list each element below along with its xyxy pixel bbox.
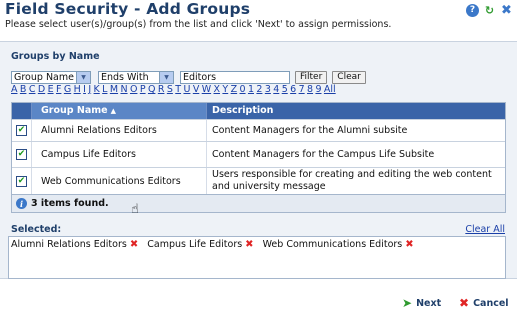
alphabet-link[interactable]: M (110, 84, 118, 95)
alphabet-link[interactable]: 8 (307, 84, 313, 95)
alphabet-link[interactable]: Q (148, 84, 155, 95)
column-header-group-name[interactable]: Group Name ▲ (32, 103, 207, 119)
next-label: Next (416, 297, 442, 309)
remove-icon[interactable]: ✖ (130, 239, 138, 250)
field-select-value: Group Name (14, 71, 74, 83)
alphabet-link[interactable]: C (29, 84, 36, 95)
selected-label: Selected: (11, 224, 62, 235)
cancel-button[interactable]: ✖ Cancel (459, 296, 509, 310)
info-icon: i (16, 198, 27, 209)
table-status: i 3 items found. (12, 194, 505, 212)
alphabet-link[interactable]: T (175, 84, 181, 95)
alphabet-filter: A B C D E F G H I J K L M N O P Q R S T U V W X Y Z 0 1 2 3 4 5 6 7 8 9 All (11, 84, 338, 95)
remove-icon[interactable]: ✖ (405, 239, 413, 250)
row-checkbox[interactable]: ✔ (16, 175, 27, 187)
cancel-x-icon: ✖ (459, 296, 470, 310)
close-icon[interactable]: ✖ (500, 4, 513, 17)
header-icons: ? ↻ ✖ (466, 4, 513, 17)
alphabet-link[interactable]: 7 (299, 84, 305, 95)
alphabet-link[interactable]: I (83, 84, 86, 95)
alphabet-link[interactable]: V (193, 84, 200, 95)
selected-item: Alumni Relations Editors ✖ (11, 237, 138, 251)
arrow-right-icon: ➤ (402, 296, 413, 310)
alphabet-link[interactable]: U (183, 84, 190, 95)
table-header: Group Name ▲ Description (12, 103, 505, 119)
section-title: Groups by Name (11, 51, 100, 62)
selected-items-box: Alumni Relations Editors ✖ Campus Life E… (8, 236, 506, 279)
alphabet-link[interactable]: L (102, 84, 107, 95)
remove-icon[interactable]: ✖ (245, 239, 253, 250)
selected-item: Web Communications Editors ✖ (263, 237, 414, 251)
alphabet-link[interactable]: N (120, 84, 127, 95)
alphabet-link[interactable]: A (11, 84, 18, 95)
description-cell: Users responsible for creating and editi… (212, 169, 492, 192)
row-checkbox[interactable]: ✔ (16, 125, 27, 136)
alphabet-link[interactable]: 2 (256, 84, 262, 95)
alphabet-link[interactable]: J (88, 84, 91, 95)
alphabet-link[interactable]: 5 (282, 84, 288, 95)
hand-cursor-icon: ☝ (131, 202, 139, 217)
alphabet-link[interactable]: 3 (265, 84, 271, 95)
alphabet-link[interactable]: E (48, 84, 54, 95)
alphabet-link[interactable]: B (20, 84, 27, 95)
field-select[interactable]: Group Name ▼ (11, 70, 91, 84)
column-header-description[interactable]: Description (207, 103, 505, 119)
alphabet-link[interactable]: All (324, 84, 336, 95)
filter-row: Group Name ▼ Ends With ▼ Editors Filter … (11, 70, 366, 84)
selected-item: Campus Life Editors ✖ (147, 237, 253, 251)
table-row[interactable]: ✔ Web Communications Editors Users respo… (12, 167, 505, 194)
alphabet-link[interactable]: W (202, 84, 211, 95)
chevron-down-icon[interactable]: ▼ (76, 71, 90, 83)
description-cell: Content Managers for the Alumni subsite (212, 124, 408, 136)
clear-all-link[interactable]: Clear All (465, 224, 505, 235)
page-title: Field Security - Add Groups (5, 0, 251, 18)
items-found-text: 3 items found. (31, 198, 109, 209)
alphabet-link[interactable]: 6 (290, 84, 296, 95)
chevron-down-icon[interactable]: ▼ (159, 71, 173, 83)
operator-select-value: Ends With (101, 71, 149, 83)
alphabet-link[interactable]: H (74, 84, 81, 95)
dialog-footer: ➤ Next ✖ Cancel (0, 288, 517, 318)
alphabet-link[interactable]: 0 (240, 84, 246, 95)
alphabet-link[interactable]: F (56, 84, 61, 95)
alphabet-link[interactable]: O (130, 84, 137, 95)
alphabet-link[interactable]: Y (222, 84, 228, 95)
alphabet-link[interactable]: R (158, 84, 165, 95)
dialog-header: Field Security - Add Groups Please selec… (0, 0, 517, 40)
alphabet-link[interactable]: 1 (248, 84, 254, 95)
groups-panel: Groups by Name Group Name ▼ Ends With ▼ … (0, 41, 517, 279)
table-row[interactable]: ✔ Campus Life Editors Content Managers f… (12, 141, 505, 167)
clear-button[interactable]: Clear (332, 70, 366, 84)
search-input[interactable]: Editors (180, 70, 290, 84)
selected-item-label: Web Communications Editors (262, 238, 403, 250)
alphabet-link[interactable]: X (214, 84, 221, 95)
alphabet-link[interactable]: G (64, 84, 71, 95)
selected-item-label: Alumni Relations Editors (11, 238, 127, 250)
alphabet-link[interactable]: S (167, 84, 173, 95)
alphabet-link[interactable]: K (94, 84, 100, 95)
header-select-column (12, 103, 32, 119)
alphabet-link[interactable]: 9 (315, 84, 321, 95)
table-row[interactable]: ✔ Alumni Relations Editors Content Manag… (12, 119, 505, 141)
group-name-cell: Campus Life Editors (32, 142, 207, 167)
cancel-label: Cancel (473, 297, 509, 309)
group-name-cell: Web Communications Editors (32, 168, 207, 194)
group-name-cell: Alumni Relations Editors (32, 120, 207, 141)
row-checkbox[interactable]: ✔ (16, 149, 27, 160)
sort-ascending-icon: ▲ (110, 107, 116, 115)
filter-button[interactable]: Filter (295, 70, 328, 84)
help-icon[interactable]: ? (466, 4, 479, 17)
selected-item-label: Campus Life Editors (147, 238, 243, 250)
alphabet-link[interactable]: Z (231, 84, 238, 95)
groups-table: Group Name ▲ Description ✔ Alumni Relatio… (11, 102, 506, 213)
operator-select[interactable]: Ends With ▼ (98, 70, 174, 84)
description-cell: Content Managers for the Campus Life Sub… (212, 148, 435, 160)
page-subtitle: Please select user(s)/group(s) from the … (5, 19, 392, 30)
next-button[interactable]: ➤ Next (402, 296, 441, 310)
alphabet-link[interactable]: D (38, 84, 45, 95)
alphabet-link[interactable]: 4 (273, 84, 279, 95)
refresh-icon[interactable]: ↻ (483, 4, 496, 17)
alphabet-link[interactable]: P (140, 84, 146, 95)
